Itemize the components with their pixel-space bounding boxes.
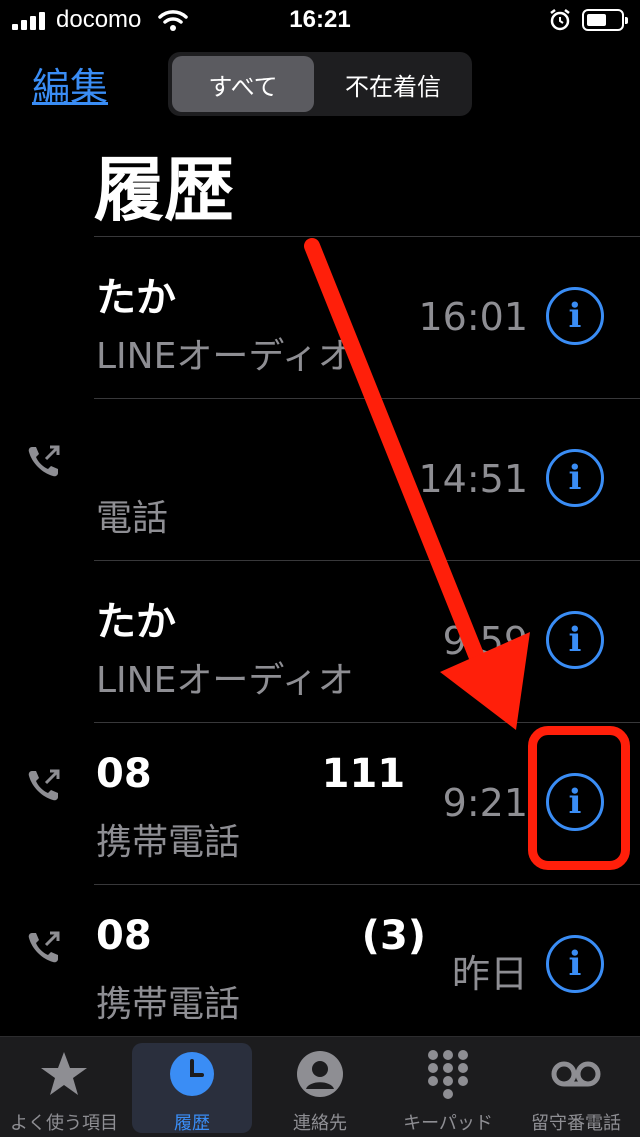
info-button[interactable]: i <box>546 935 604 993</box>
call-type: LINEオーディオ <box>96 336 354 377</box>
voicemail-icon <box>551 1061 601 1087</box>
caller-number-prefix: 08 <box>96 913 152 959</box>
caller-name: たか <box>96 275 176 321</box>
info-button[interactable]: i <box>546 449 604 507</box>
alarm-icon <box>550 9 570 31</box>
star-icon <box>41 1052 87 1095</box>
caller-number: 08 111 <box>96 751 405 797</box>
tab-favorites[interactable]: よく使う項目 <box>0 1037 128 1137</box>
caller-number-suffix: (3) <box>361 913 427 959</box>
info-button[interactable]: i <box>546 287 604 345</box>
call-time: 16:01 <box>418 295 528 339</box>
caller-number-suffix: 111 <box>321 751 406 797</box>
info-button[interactable]: i <box>546 611 604 669</box>
call-row[interactable]: たか LINEオーディオ 16:01 i <box>0 237 640 399</box>
call-filter-segmented-control: すべて 不在着信 <box>168 52 472 116</box>
tab-bar: よく使う項目 履歴 連絡先 キーパッド 留守番電話 <box>0 1036 640 1137</box>
tab-label: 留守番電話 <box>531 1113 621 1134</box>
person-icon <box>297 1051 343 1097</box>
segment-all[interactable]: すべて <box>172 56 314 112</box>
call-time: 9:59 <box>442 619 528 663</box>
call-row[interactable]: 電話 14:51 i <box>0 399 640 561</box>
outgoing-call-icon <box>28 769 60 801</box>
status-time: 16:21 <box>289 6 351 33</box>
clock-icon <box>170 1052 214 1096</box>
tab-voicemail[interactable]: 留守番電話 <box>512 1037 640 1137</box>
tab-label: キーパッド <box>403 1113 493 1134</box>
tab-recents[interactable]: 履歴 <box>128 1037 256 1137</box>
tab-label: 連絡先 <box>293 1113 347 1134</box>
battery-icon <box>582 9 628 31</box>
tab-contacts[interactable]: 連絡先 <box>256 1037 384 1137</box>
tab-label: 履歴 <box>174 1113 210 1134</box>
caller-name: たか <box>96 599 176 645</box>
keypad-icon <box>428 1050 468 1099</box>
outgoing-call-icon <box>28 931 60 963</box>
call-row[interactable]: たか LINEオーディオ 9:59 i <box>0 561 640 723</box>
caller-number: 08 (3) <box>96 913 426 959</box>
call-time: 昨日 <box>451 952 528 996</box>
outgoing-call-icon <box>28 445 60 477</box>
edit-button[interactable]: 編集 <box>32 56 108 111</box>
tab-label: よく使う項目 <box>10 1113 118 1134</box>
tab-keypad[interactable]: キーパッド <box>384 1037 512 1137</box>
call-row[interactable]: 08 (3) 携帯電話 昨日 i <box>0 885 640 1047</box>
segment-missed[interactable]: 不在着信 <box>318 56 468 112</box>
status-bar: docomo 16:21 <box>0 0 640 40</box>
call-time: 9:21 <box>442 781 528 825</box>
page-title: 履歴 <box>94 149 234 231</box>
call-type: LINEオーディオ <box>96 660 354 701</box>
caller-number-prefix: 08 <box>96 751 152 797</box>
call-time: 14:51 <box>418 457 528 501</box>
highlight-box <box>528 726 630 870</box>
call-type: 電話 <box>96 498 169 539</box>
call-type: 携帯電話 <box>96 822 241 863</box>
call-type: 携帯電話 <box>96 984 241 1025</box>
